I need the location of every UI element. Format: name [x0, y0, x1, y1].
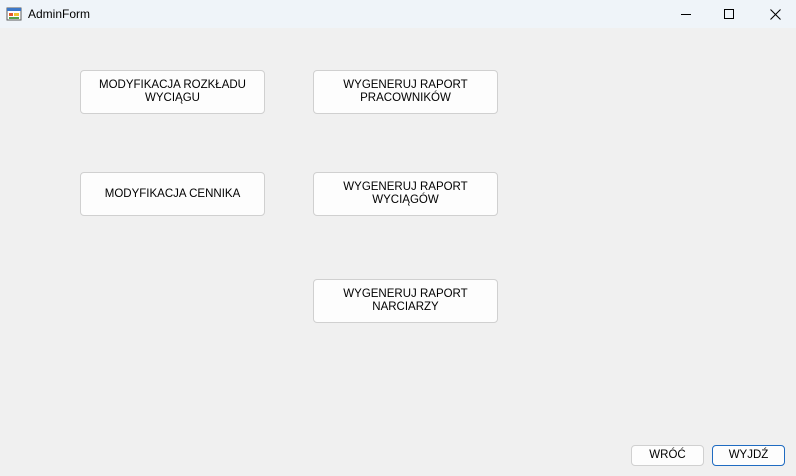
window-title: AdminForm [28, 7, 91, 21]
generate-lifts-report-button[interactable]: WYGENERUJ RAPORT WYCIĄGÓW [313, 172, 498, 216]
modify-pricelist-button[interactable]: MODYFIKACJA CENNIKA [80, 172, 265, 216]
minimize-button[interactable] [666, 0, 706, 28]
close-button[interactable] [755, 0, 795, 28]
exit-button[interactable]: WYJDŹ [712, 445, 785, 466]
maximize-icon [724, 9, 734, 19]
minimize-icon [681, 9, 691, 19]
generate-employees-report-button[interactable]: WYGENERUJ RAPORT PRACOWNIKÓW [313, 70, 498, 114]
title-bar[interactable]: AdminForm [0, 0, 796, 28]
modify-lift-schedule-button[interactable]: MODYFIKACJA ROZKŁADU WYCIĄGU [80, 70, 265, 114]
admin-form-window: AdminForm MODYFIKACJA ROZKŁADU WYCIĄGU W… [0, 0, 796, 476]
close-icon [769, 8, 781, 20]
form-client-area: MODYFIKACJA ROZKŁADU WYCIĄGU WYGENERUJ R… [0, 28, 796, 476]
generate-skiers-report-button[interactable]: WYGENERUJ RAPORT NARCIARZY [313, 279, 498, 323]
maximize-button[interactable] [709, 0, 749, 28]
windows-form-icon[interactable] [6, 6, 22, 22]
back-button[interactable]: WRÓĆ [631, 445, 704, 466]
